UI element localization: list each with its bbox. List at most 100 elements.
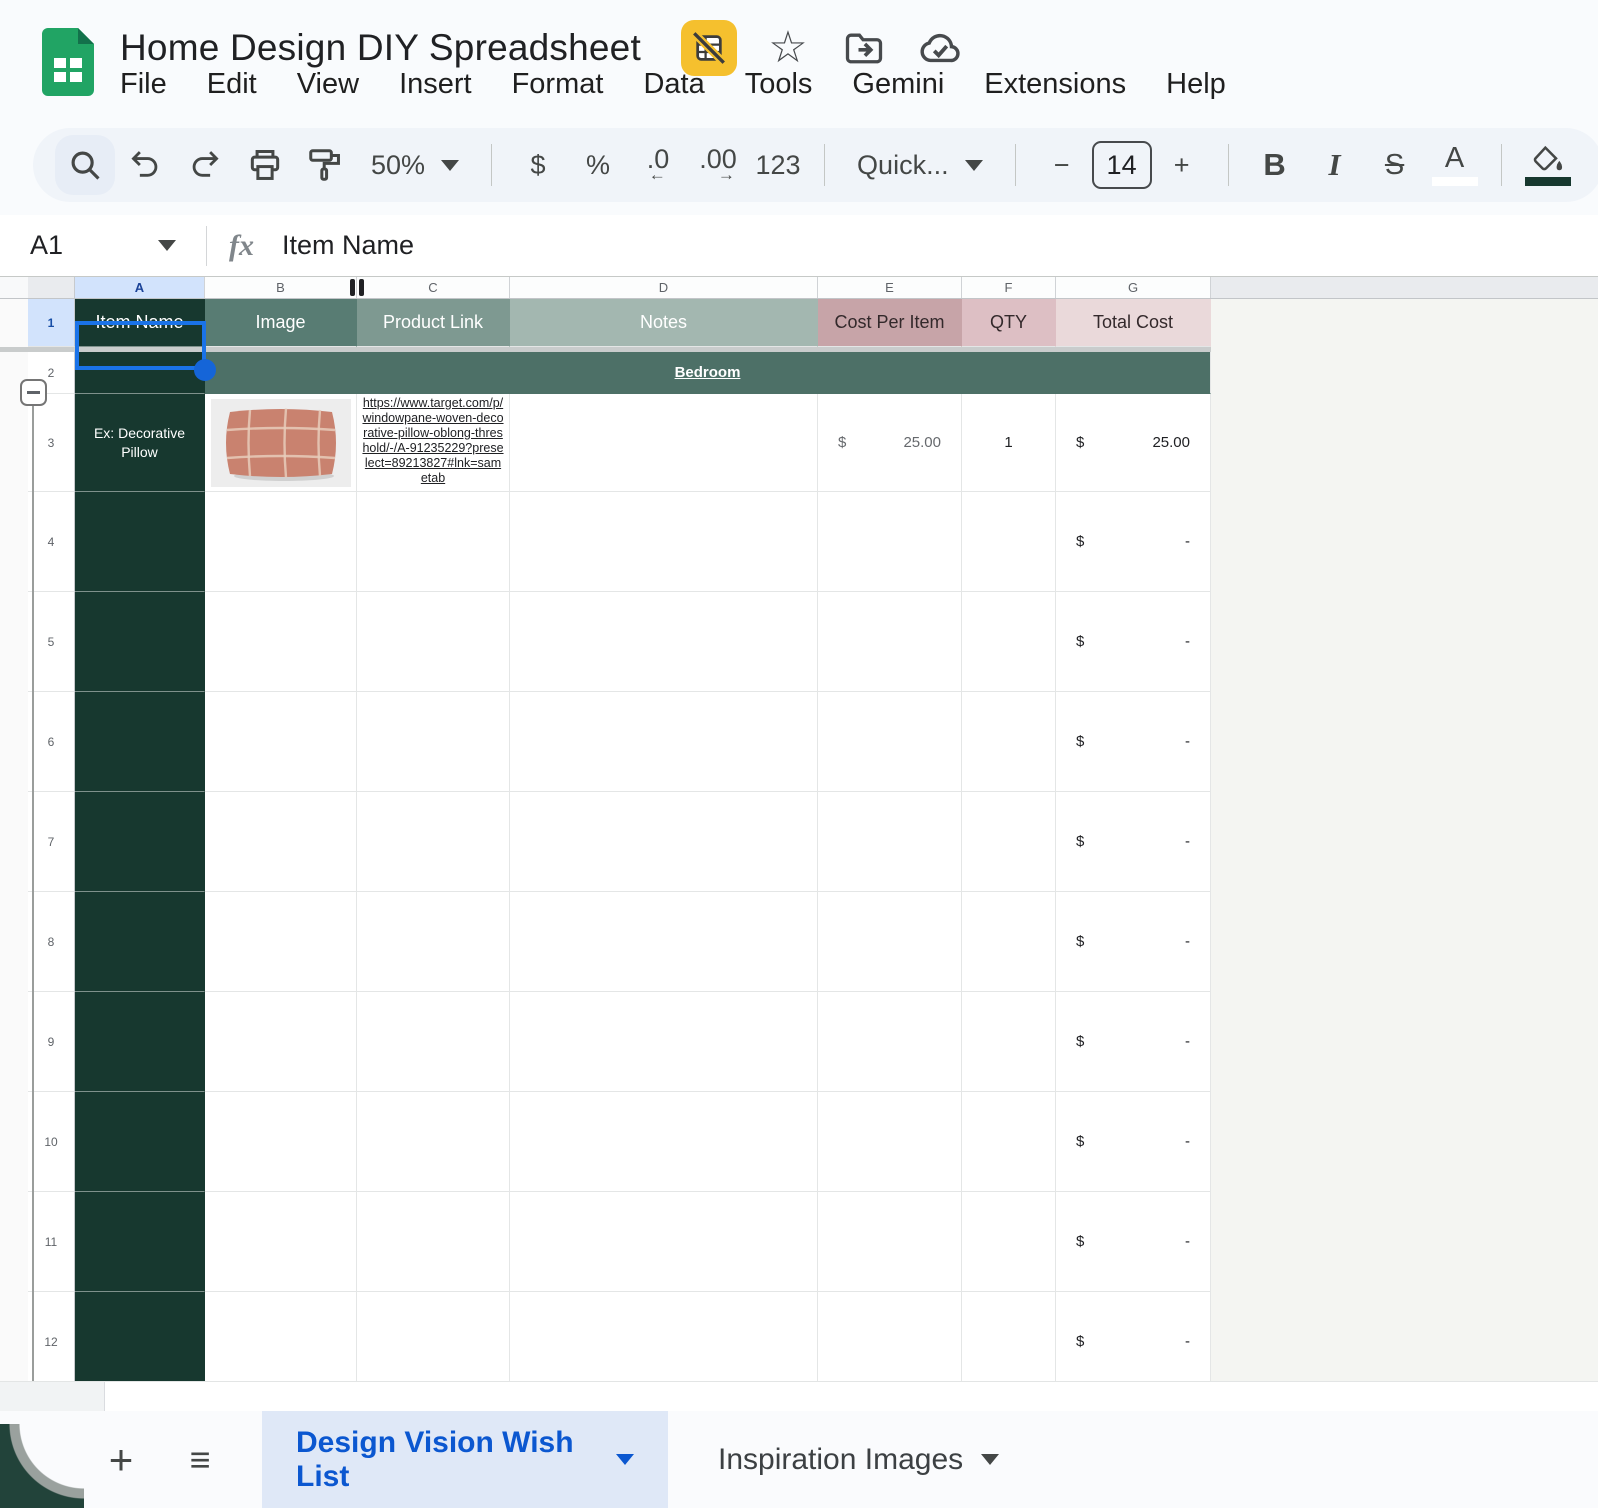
cell-g4[interactable]: $ -: [1056, 492, 1211, 592]
column-header-a[interactable]: A: [75, 277, 205, 298]
row-number[interactable]: 11: [28, 1192, 75, 1292]
cloud-saved-icon[interactable]: [915, 23, 965, 73]
column-resize-handle[interactable]: [350, 279, 364, 296]
cell-e11[interactable]: [818, 1192, 962, 1292]
cell-c1[interactable]: Product Link: [357, 299, 510, 347]
row-number[interactable]: 8: [28, 892, 75, 992]
font-size-input[interactable]: 14: [1091, 141, 1152, 189]
cell-d1[interactable]: Notes: [510, 299, 818, 347]
menu-gemini[interactable]: Gemini: [852, 68, 944, 101]
cell-d8[interactable]: [510, 892, 818, 992]
cell-b6[interactable]: [205, 692, 357, 792]
row-number[interactable]: 3: [28, 394, 75, 492]
paint-format-icon[interactable]: [295, 135, 355, 195]
search-icon[interactable]: [55, 135, 115, 195]
cell-d7[interactable]: [510, 792, 818, 892]
menu-view[interactable]: View: [297, 68, 359, 101]
column-header-g[interactable]: G: [1056, 277, 1211, 298]
move-folder-icon[interactable]: [839, 23, 889, 73]
cell-b10[interactable]: [205, 1092, 357, 1192]
cell-a1[interactable]: Item Name: [75, 299, 205, 347]
cell-b11[interactable]: [205, 1192, 357, 1292]
strikethrough-button[interactable]: S: [1365, 135, 1425, 195]
row-group-collapse-button[interactable]: [20, 379, 47, 406]
cell-c7[interactable]: [357, 792, 510, 892]
cell-g6[interactable]: $ -: [1056, 692, 1211, 792]
fill-handle[interactable]: [194, 359, 216, 381]
cell-a5[interactable]: [75, 592, 205, 692]
menu-extensions[interactable]: Extensions: [984, 68, 1126, 101]
cell-e3-cost[interactable]: $ 25.00: [818, 394, 962, 492]
all-sheets-menu-icon[interactable]: ≡: [172, 1411, 228, 1508]
cell-f6[interactable]: [962, 692, 1056, 792]
cell-c12[interactable]: [357, 1292, 510, 1381]
formula-input[interactable]: Item Name: [282, 230, 414, 261]
document-title[interactable]: Home Design DIY Spreadsheet: [120, 27, 641, 69]
cell-d5[interactable]: [510, 592, 818, 692]
cell-c4[interactable]: [357, 492, 510, 592]
chevron-down-icon[interactable]: [158, 240, 176, 251]
column-header-b[interactable]: B: [205, 277, 357, 298]
row-number[interactable]: 5: [28, 592, 75, 692]
cell-d4[interactable]: [510, 492, 818, 592]
cell-e12[interactable]: [818, 1292, 962, 1381]
cell-f5[interactable]: [962, 592, 1056, 692]
row-number[interactable]: 12: [28, 1292, 75, 1381]
cell-b12[interactable]: [205, 1292, 357, 1381]
cell-b1[interactable]: Image: [205, 299, 357, 347]
cell-d6[interactable]: [510, 692, 818, 792]
menu-edit[interactable]: Edit: [207, 68, 257, 101]
cell-c11[interactable]: [357, 1192, 510, 1292]
cell-g11[interactable]: $ -: [1056, 1192, 1211, 1292]
cell-f3-qty[interactable]: 1: [962, 394, 1056, 492]
cell-e5[interactable]: [818, 592, 962, 692]
cell-a10[interactable]: [75, 1092, 205, 1192]
more-formats-button[interactable]: 123: [748, 135, 808, 195]
cell-g8[interactable]: $ -: [1056, 892, 1211, 992]
sheets-logo-icon[interactable]: [42, 28, 94, 96]
chevron-down-icon[interactable]: [616, 1454, 634, 1465]
cell-a6[interactable]: [75, 692, 205, 792]
cell-d10[interactable]: [510, 1092, 818, 1192]
fill-color-button[interactable]: [1518, 135, 1578, 195]
print-icon[interactable]: [235, 135, 295, 195]
cell-b7[interactable]: [205, 792, 357, 892]
cell-d3-notes[interactable]: [510, 394, 818, 492]
select-all-corner[interactable]: [28, 277, 75, 298]
cell-d9[interactable]: [510, 992, 818, 1092]
cell-e1[interactable]: Cost Per Item: [818, 299, 962, 347]
redo-icon[interactable]: [175, 135, 235, 195]
cell-a3[interactable]: Ex: Decorative Pillow: [75, 394, 205, 492]
chevron-down-icon[interactable]: [981, 1454, 1000, 1465]
cell-f9[interactable]: [962, 992, 1056, 1092]
menu-format[interactable]: Format: [512, 68, 604, 101]
cell-g3-total[interactable]: $ 25.00: [1056, 394, 1211, 492]
cell-g1[interactable]: Total Cost: [1056, 299, 1211, 347]
cell-b5[interactable]: [205, 592, 357, 692]
cell-f10[interactable]: [962, 1092, 1056, 1192]
cell-e10[interactable]: [818, 1092, 962, 1192]
cell-b8[interactable]: [205, 892, 357, 992]
cell-f8[interactable]: [962, 892, 1056, 992]
cell-c9[interactable]: [357, 992, 510, 1092]
cell-d12[interactable]: [510, 1292, 818, 1381]
horizontal-scrollbar[interactable]: [0, 1381, 1598, 1412]
cell-c6[interactable]: [357, 692, 510, 792]
cell-b9[interactable]: [205, 992, 357, 1092]
cell-a9[interactable]: [75, 992, 205, 1092]
cell-c5[interactable]: [357, 592, 510, 692]
row-number[interactable]: 6: [28, 692, 75, 792]
text-color-button[interactable]: A: [1425, 135, 1485, 195]
row-number[interactable]: 9: [28, 992, 75, 1092]
menu-data[interactable]: Data: [643, 68, 704, 101]
cell-c10[interactable]: [357, 1092, 510, 1192]
cell-e4[interactable]: [818, 492, 962, 592]
cell-c3-product-link[interactable]: https://www.target.com/p/windowpane-wove…: [357, 394, 510, 492]
decrease-decimal-button[interactable]: .0 ←: [628, 135, 688, 195]
cell-e7[interactable]: [818, 792, 962, 892]
add-sheet-button[interactable]: +: [96, 1411, 146, 1508]
menu-insert[interactable]: Insert: [399, 68, 472, 101]
cell-f4[interactable]: [962, 492, 1056, 592]
cell-a2[interactable]: [75, 352, 205, 394]
row-number[interactable]: 7: [28, 792, 75, 892]
